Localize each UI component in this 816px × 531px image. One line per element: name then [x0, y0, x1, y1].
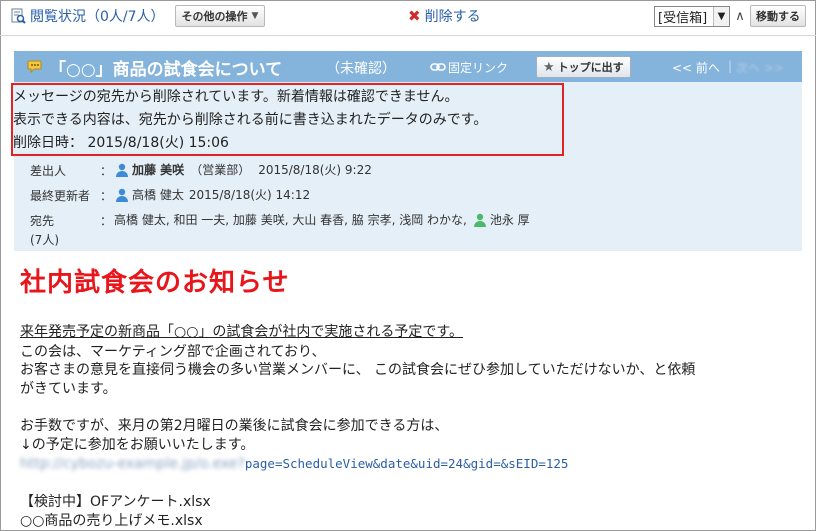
notice-line-1: メッセージの宛先から削除されています。新着情報は確認できません。: [13, 89, 459, 105]
sender-date: 2015/8/18(火) 9:22: [258, 163, 372, 177]
delete-action[interactable]: ✖ 削除する: [408, 6, 481, 26]
message-status: （未確認）: [326, 61, 396, 77]
recipients-count: (7人): [30, 233, 59, 247]
toolbar-divider: [0, 35, 816, 36]
sender-name[interactable]: 加藤 美咲: [132, 161, 184, 178]
user-icon: [114, 162, 130, 178]
notice-line-3: 削除日時： 2015/8/18(火) 15:06: [13, 135, 229, 151]
sender-colon: ：: [100, 164, 113, 178]
recipients-label: 宛先: [30, 214, 55, 228]
folder-select-value: [受信箱]: [658, 10, 708, 26]
other-operations-label: その他の操作: [181, 10, 248, 23]
body-paragraph-4: お手数ですが、来月の第2月曜日の業後に試食会に参加できる方は、: [20, 418, 449, 434]
message-title-bar: 「○○」商品の試食会について （未確認） 固定リンク ★ トップに出す << 前…: [14, 51, 802, 82]
recipient-last[interactable]: 池永 厚: [490, 211, 530, 228]
folder-select[interactable]: [受信箱] ▼: [654, 5, 730, 27]
body-paragraph-2: この会は、マーケティング部で企画されており、: [20, 344, 326, 360]
other-operations-button[interactable]: その他の操作 ▼: [174, 5, 266, 27]
message-toolbar: 閲覧状況（0人/7人） その他の操作 ▼ ✖ 削除する [受信箱] ▼ ∧ 移動…: [0, 0, 816, 30]
chevron-down-icon: ▼: [713, 6, 729, 26]
previous-message-link[interactable]: << 前へ: [672, 59, 720, 76]
pin-to-top-button[interactable]: ★ トップに出す: [536, 56, 631, 78]
star-icon: ★: [543, 59, 555, 75]
user-icon: [114, 187, 130, 203]
body-paragraph-5: ↓の予定に参加をお願いいたします。: [20, 437, 255, 453]
move-arrow-icon: ∧: [735, 8, 745, 24]
recipients-names: 高橋 健太, 和田 一夫, 加藤 美咲, 大山 春香, 脇 宗孝, 浅岡 わかな…: [114, 213, 467, 227]
message-title: 「○○」商品の試食会について: [49, 60, 283, 80]
move-button[interactable]: 移動する: [750, 5, 806, 27]
body-paragraph-1: 来年発売予定の新商品「○○」の試食会が社内で実施される予定です。: [20, 324, 464, 340]
updater-value: 高橋 健太 2015/8/18(火) 14:12: [114, 186, 310, 203]
body-paragraph-3a: お客さまの意見を直接伺う機会の多い営業メンバーに、 この試食会にぜひ参加していた…: [20, 362, 696, 378]
chain-link-icon: [430, 61, 446, 71]
recipients-colon: ：: [100, 214, 113, 228]
sender-value: 加藤 美咲 （営業部） 2015/8/18(火) 9:22: [114, 161, 372, 178]
user-icon: [472, 212, 488, 228]
message-header-panel: 「○○」商品の試食会について （未確認） 固定リンク ★ トップに出す << 前…: [11, 51, 802, 251]
delete-link[interactable]: 削除する: [425, 6, 481, 26]
sender-label: 差出人: [30, 164, 67, 178]
message-bubble-icon: [27, 58, 43, 74]
toolbar-left: 閲覧状況（0人/7人） その他の操作 ▼: [10, 5, 266, 27]
nav-separator: |: [728, 59, 733, 73]
body-paragraph-3b: がきています。: [20, 381, 117, 397]
chevron-down-icon: ▼: [251, 11, 259, 21]
read-status-icon: [10, 8, 26, 24]
attachment-file-2[interactable]: ○○商品の売り上げメモ.xlsx: [20, 510, 203, 530]
updater-label: 最終更新者: [30, 189, 91, 203]
pin-to-top-label: トップに出す: [557, 61, 624, 74]
sender-department: （営業部）: [190, 163, 251, 177]
attachment-file-1[interactable]: 【検討中】OFアンケート.xlsx: [20, 491, 211, 511]
updater-name[interactable]: 高橋 健太: [132, 186, 184, 203]
notice-line-2: 表示できる内容は、宛先から削除される前に書き込まれたデータのみです。: [13, 112, 488, 128]
schedule-link-hidden: http://cybozu-example.jp/o.exe?: [20, 456, 245, 472]
toolbar-right: [受信箱] ▼ ∧ 移動する: [654, 5, 806, 27]
schedule-link[interactable]: http://cybozu-example.jp/o.exe?page=Sche…: [20, 456, 568, 472]
recipients-value: 高橋 健太, 和田 一夫, 加藤 美咲, 大山 春香, 脇 宗孝, 浅岡 わかな…: [114, 211, 530, 228]
delete-x-icon: ✖: [408, 7, 421, 25]
read-status-link[interactable]: 閲覧状況（0人/7人）: [30, 6, 165, 26]
schedule-link-tail: page=ScheduleView&date&uid=24&gid=&sEID=…: [244, 456, 569, 471]
updater-date: 2015/8/18(火) 14:12: [188, 188, 311, 202]
updater-colon: ：: [100, 189, 113, 203]
deleted-notice-box: メッセージの宛先から削除されています。新着情報は確認できません。 表示できる内容…: [11, 83, 564, 156]
fixed-link[interactable]: 固定リンク: [448, 59, 508, 76]
body-heading: 社内試食会のお知らせ: [20, 268, 290, 298]
next-message-link: 次へ >>: [736, 61, 784, 75]
